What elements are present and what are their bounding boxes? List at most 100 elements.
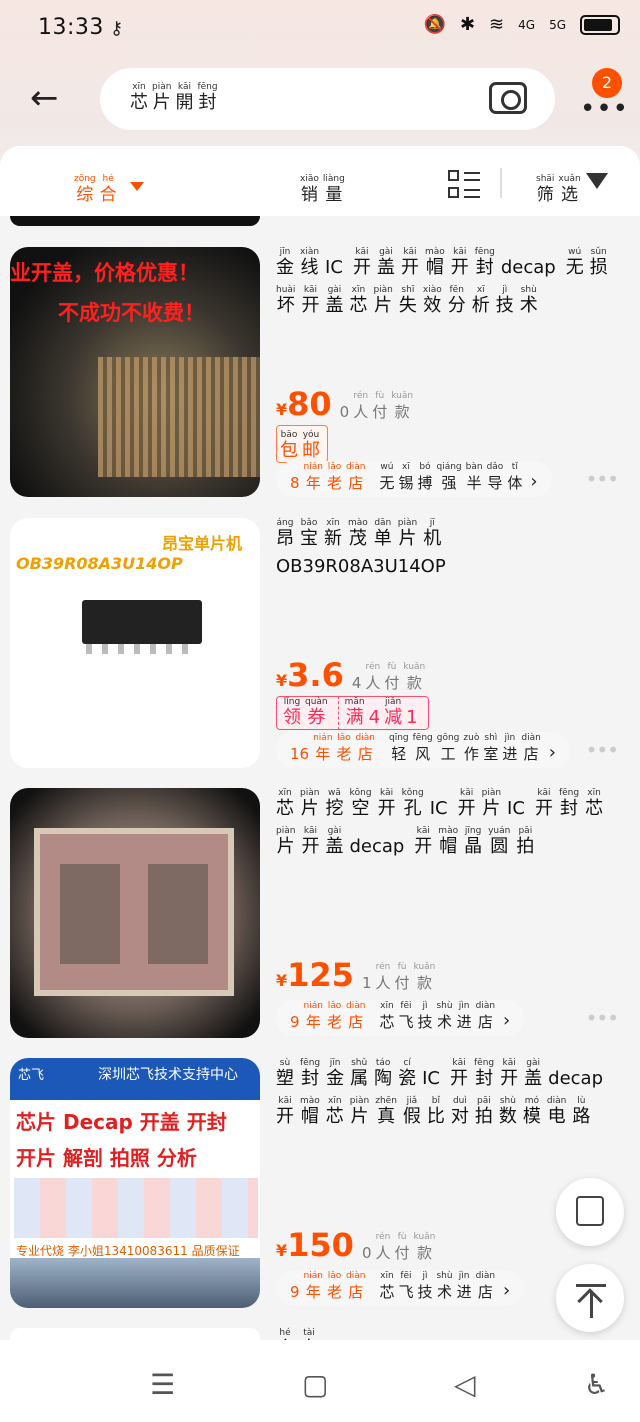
ruby-char: kuǎn 款 [413,962,436,992]
ruby-char: wā 挖 [325,788,344,819]
thumb-caption: 芯片 Decap 开盖 开封 [16,1110,227,1134]
back-arrow-icon[interactable]: ← [30,78,70,118]
ruby-char: piàn 片 [152,82,172,113]
shop-link[interactable]: 9 nián 年 lǎo 老 diàn 店 xīn 芯 fēi 飞 jì 技 shù 术 jìn 进 diàn 店… [276,1000,525,1036]
coupon-tag[interactable]: lǐng 领 quàn 券 mǎn 满 4 jiǎn 减 1 [276,696,429,730]
ruby-char: kāi 开 [352,247,371,278]
ruby-char: jìn 进 [456,1271,472,1301]
ruby-char: shù 术 [436,1001,453,1031]
product-title[interactable]: jīn 金 xiàn 线 IC kāi 开 gài 盖 kāi 开 mào 帽 kāi 开 fēng 封 deca… [276,247,626,323]
menu-icon[interactable]: ☰ [150,1368,175,1401]
ruby-char: huài 坏 [276,285,296,316]
sales-count: 0 rén 人 fù 付 kuǎn 款 [339,391,414,421]
ruby-char: fēi 飞 [398,1001,414,1031]
back-to-top-button[interactable] [556,1264,624,1332]
ruby-char: qīng 轻 [388,733,409,763]
ruby-char: fēi 飞 [398,1271,414,1301]
ruby-char: fù 付 [372,391,388,421]
thumb-caption: 不成功不收费！ [58,301,205,325]
ruby-char: bàn 半 [465,462,483,492]
ruby-char: jiǎ 假 [402,1096,421,1127]
price: ¥125 [276,956,354,994]
ruby-char: diàn 店 [346,462,366,492]
ruby-char: dǎo 导 [486,462,504,492]
ruby-char: mào 帽 [438,826,459,857]
shop-link[interactable]: 8 nián 年 lǎo 老 diàn 店 wú 无 xī 锡 bó 搏 qiáng 强 bàn 半 dǎo 导 t… [276,461,552,497]
title-word: IC [422,1068,441,1089]
ruby-char: lǎo 老 [326,1001,342,1031]
ruby-char: xīn 新 [324,518,342,549]
ruby-char: bāo 包 [280,430,298,461]
accessibility-icon[interactable]: ♿ [584,1368,609,1401]
ruby-char: shāi 筛 [536,174,555,205]
price: ¥80 [276,385,332,423]
ruby-char: lǎo 老 [326,1271,342,1301]
product-card[interactable]: 业开盖，价格优惠！ 不成功不收费！ jīn 金 xiàn 线 IC kāi 开 gài 盖 kāi… [0,247,640,497]
search-input[interactable]: xīn 芯 piàn 片 kāi 開 fēng 封 [100,68,555,130]
more-dots-icon[interactable]: ••• [580,94,629,124]
chevron-right-icon: › [503,1280,511,1301]
more-options-icon[interactable]: ••• [586,467,619,491]
ruby-char: fù 付 [394,962,410,992]
ruby-char: lǎo 老 [336,733,352,763]
product-image[interactable]: 芯飞 深圳芯飞技术支持中心 芯片 Decap 开盖 开封 开片 解剖 拍照 分析… [10,1058,260,1308]
ruby-char: bǐ 比 [426,1096,445,1127]
ruby-char: kāi 开 [450,1058,469,1089]
signal-4g-label: 4G [518,17,536,32]
sort-comprehensive[interactable]: zōng 综 hé 合 [74,166,121,206]
ruby-char: kāi 开 [414,826,433,857]
home-icon[interactable]: ▢ [302,1368,328,1401]
product-image[interactable]: 业开盖，价格优惠！ 不成功不收费！ [10,247,260,497]
chevron-right-icon: › [530,471,538,492]
title-word: decap [349,836,405,857]
ruby-char: xīn 芯 [379,1001,395,1031]
ruby-char: hé合 [99,174,117,205]
edit-button[interactable] [556,1178,624,1246]
ruby-char: shù 数 [498,1096,517,1127]
product-title[interactable]: sù 塑 fēng 封 jīn 金 shǔ 属 táo 陶 cí 瓷 IC kāi 开 fēng 封 kāi 开 gà… [276,1058,626,1134]
ruby-char: fēng 封 [197,82,218,113]
product-card-partial[interactable]: hé合 tài泰 [0,1328,640,1340]
product-list: 业开盖，价格优惠！ 不成功不收费！ jīn 金 xiàn 线 IC kāi 开 gài 盖 kāi… [0,216,640,1340]
filter-button[interactable]: shāi 筛 xuǎn 选 [536,166,585,206]
camera-icon[interactable] [489,82,527,114]
product-image[interactable]: 昂宝单片机 OB39R08A3U14OP [10,518,260,768]
ruby-char: 16 [290,745,310,763]
shop-link[interactable]: 9 nián 年 lǎo 老 diàn 店 xīn 芯 fēi 飞 jì 技 shù 术 jìn 进 diàn 店… [276,1270,525,1306]
ruby-char: kuǎn 款 [391,391,414,421]
shop-link[interactable]: 16 nián 年 lǎo 老 diàn 店 qīng 轻 fēng 风 gōng 工 zuò 作 shì 室… [276,732,570,768]
product-card[interactable]: 昂宝单片机 OB39R08A3U14OP áng 昂 bǎo 宝 xīn 新 mào 茂 dān… [0,518,640,768]
ruby-char: fēng 封 [474,247,495,278]
product-title[interactable]: áng 昂 bǎo 宝 xīn 新 mào 茂 dān 单 piàn 片 jī 机 OB39R08A3U14… [276,518,626,584]
product-image[interactable] [10,788,260,1038]
ruby-char: rén 人 [375,962,391,992]
thumb-header: 芯飞 深圳芯飞技术支持中心 [10,1058,260,1100]
ruby-char: jì 技 [417,1001,433,1031]
ruby-char: mào 茂 [348,518,368,549]
more-options-icon[interactable]: ••• [586,1006,619,1030]
thumb-caption: 开片 解剖 拍照 分析 [16,1146,197,1170]
sort-sales[interactable]: xiāo 销 liàng 量 [300,166,349,206]
list-view-icon[interactable] [448,170,480,200]
ruby-char: kāi 开 [500,1058,519,1089]
product-card[interactable]: 芯飞 深圳芯飞技术支持中心 芯片 Decap 开盖 开封 开片 解剖 拍照 分析… [0,1058,640,1308]
product-title[interactable]: xīn 芯 piàn 片 wā 挖 kōng 空 kāi 开 kǒng 孔 IC kāi 开 piàn 片 IC k… [276,788,626,864]
more-options-icon[interactable]: ••• [586,738,619,762]
ruby-char: kāi 开 [534,788,553,819]
product-info: jīn 金 xiàn 线 IC kāi 开 gài 盖 kāi 开 mào 帽 kāi 开 fēng 封 deca… [276,247,626,497]
ruby-char: qiáng 强 [436,462,462,492]
ruby-char: xiāo 销 [300,174,319,205]
product-info: sù 塑 fēng 封 jīn 金 shǔ 属 táo 陶 cí 瓷 IC kāi 开 fēng 封 kāi 开 gà… [276,1058,626,1306]
ruby-char: duì 对 [450,1096,469,1127]
ruby-char: 4 [368,707,381,728]
ruby-char: piàn 片 [481,788,502,819]
ruby-char: diàn 店 [475,1001,496,1031]
lab-photo-graphic [10,1258,260,1308]
product-card[interactable]: xīn 芯 piàn 片 wā 挖 kōng 空 kāi 开 kǒng 孔 IC kāi 开 piàn 片 IC k… [0,788,640,1038]
filter-funnel-icon[interactable] [586,173,608,189]
ruby-char: gài 盖 [325,285,344,316]
ruby-char: pāi 拍 [474,1096,493,1127]
back-icon[interactable]: ◁ [454,1368,476,1401]
price-row: ¥3.6 4 rén 人 fù 付 kuǎn 款 [276,656,429,694]
ruby-char: liàng 量 [322,174,345,205]
